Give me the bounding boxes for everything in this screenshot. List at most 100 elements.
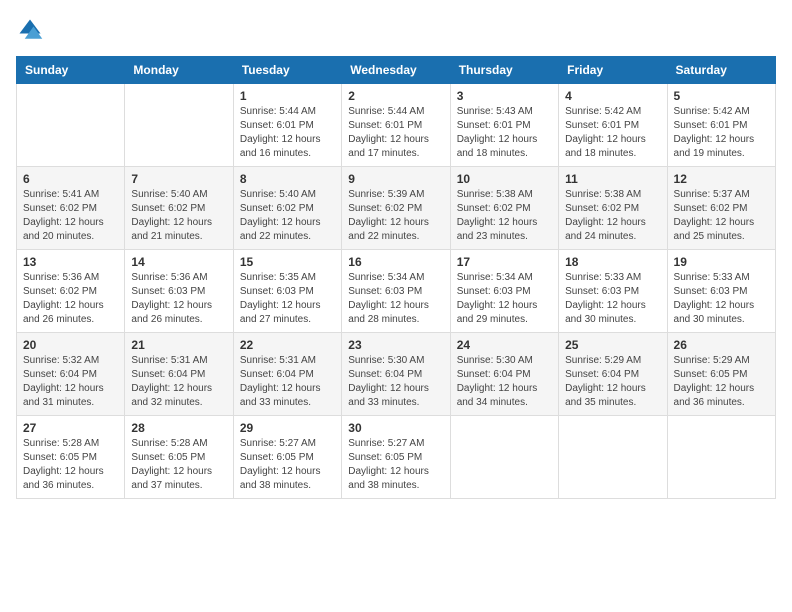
calendar-cell: 23 Sunrise: 5:30 AMSunset: 6:04 PMDayligh… [342, 333, 450, 416]
calendar-cell: 30 Sunrise: 5:27 AMSunset: 6:05 PMDayligh… [342, 416, 450, 499]
day-info: Sunrise: 5:44 AMSunset: 6:01 PMDaylight:… [240, 105, 335, 161]
day-number: 22 [240, 338, 335, 352]
calendar-cell: 22 Sunrise: 5:31 AMSunset: 6:04 PMDayligh… [233, 333, 341, 416]
calendar-cell: 7Sunrise: 5:40 AMSunset: 6:02 PMDaylight… [125, 167, 233, 250]
day-info: Sunrise: 5:30 AMSunset: 6:04 PMDaylight:… [457, 354, 552, 410]
day-info: Sunrise: 5:36 AMSunset: 6:03 PMDaylight:… [131, 271, 226, 327]
day-info: Sunrise: 5:34 AMSunset: 6:03 PMDaylight:… [457, 271, 552, 327]
calendar-week-3: 13 Sunrise: 5:36 AMSunset: 6:02 PMDayligh… [17, 250, 776, 333]
calendar-header-friday: Friday [559, 57, 667, 84]
day-number: 10 [457, 172, 552, 186]
day-number: 8 [240, 172, 335, 186]
calendar-cell: 25 Sunrise: 5:29 AMSunset: 6:04 PMDayligh… [559, 333, 667, 416]
calendar-cell: 8 Sunrise: 5:40 AMSunset: 6:02 PMDaylight… [233, 167, 341, 250]
day-info: Sunrise: 5:33 AMSunset: 6:03 PMDaylight:… [565, 271, 660, 327]
calendar-cell [450, 416, 558, 499]
calendar-cell [17, 84, 125, 167]
page-header [16, 16, 776, 44]
calendar-cell: 13 Sunrise: 5:36 AMSunset: 6:02 PMDayligh… [17, 250, 125, 333]
day-number: 20 [23, 338, 118, 352]
calendar-cell: 18 Sunrise: 5:33 AMSunset: 6:03 PMDayligh… [559, 250, 667, 333]
day-info: Sunrise: 5:28 AMSunset: 6:05 PMDaylight:… [23, 437, 118, 493]
calendar-cell: 9 Sunrise: 5:39 AMSunset: 6:02 PMDaylight… [342, 167, 450, 250]
day-number: 19 [674, 255, 769, 269]
calendar-header-wednesday: Wednesday [342, 57, 450, 84]
calendar-cell: 5 Sunrise: 5:42 AMSunset: 6:01 PMDaylight… [667, 84, 775, 167]
day-info: Sunrise: 5:30 AMSunset: 6:04 PMDaylight:… [348, 354, 443, 410]
day-number: 28 [131, 421, 226, 435]
calendar-week-5: 27 Sunrise: 5:28 AMSunset: 6:05 PMDayligh… [17, 416, 776, 499]
day-number: 1 [240, 89, 335, 103]
day-number: 9 [348, 172, 443, 186]
day-info: Sunrise: 5:35 AMSunset: 6:03 PMDaylight:… [240, 271, 335, 327]
calendar-cell: 1 Sunrise: 5:44 AMSunset: 6:01 PMDaylight… [233, 84, 341, 167]
calendar-header-row: SundayMondayTuesdayWednesdayThursdayFrid… [17, 57, 776, 84]
calendar-cell: 16 Sunrise: 5:34 AMSunset: 6:03 PMDayligh… [342, 250, 450, 333]
day-number: 5 [674, 89, 769, 103]
calendar-header-thursday: Thursday [450, 57, 558, 84]
day-number: 25 [565, 338, 660, 352]
calendar-header-tuesday: Tuesday [233, 57, 341, 84]
day-info: Sunrise: 5:36 AMSunset: 6:02 PMDaylight:… [23, 271, 118, 327]
logo [16, 16, 48, 44]
calendar-week-1: 1 Sunrise: 5:44 AMSunset: 6:01 PMDaylight… [17, 84, 776, 167]
day-info: Sunrise: 5:27 AMSunset: 6:05 PMDaylight:… [240, 437, 335, 493]
calendar-table: SundayMondayTuesdayWednesdayThursdayFrid… [16, 56, 776, 499]
calendar-cell: 14Sunrise: 5:36 AMSunset: 6:03 PMDayligh… [125, 250, 233, 333]
calendar-cell: 19Sunrise: 5:33 AMSunset: 6:03 PMDayligh… [667, 250, 775, 333]
day-number: 29 [240, 421, 335, 435]
day-info: Sunrise: 5:37 AMSunset: 6:02 PMDaylight:… [674, 188, 769, 244]
day-number: 13 [23, 255, 118, 269]
day-info: Sunrise: 5:42 AMSunset: 6:01 PMDaylight:… [674, 105, 769, 161]
day-info: Sunrise: 5:29 AMSunset: 6:05 PMDaylight:… [674, 354, 769, 410]
calendar-cell: 20 Sunrise: 5:32 AMSunset: 6:04 PMDayligh… [17, 333, 125, 416]
day-number: 21 [131, 338, 226, 352]
day-number: 27 [23, 421, 118, 435]
day-info: Sunrise: 5:40 AMSunset: 6:02 PMDaylight:… [131, 188, 226, 244]
calendar-cell: 2 Sunrise: 5:44 AMSunset: 6:01 PMDaylight… [342, 84, 450, 167]
calendar-cell: 28 Sunrise: 5:28 AMSunset: 6:05 PMDayligh… [125, 416, 233, 499]
calendar-cell: 12Sunrise: 5:37 AMSunset: 6:02 PMDayligh… [667, 167, 775, 250]
calendar-cell: 3 Sunrise: 5:43 AMSunset: 6:01 PMDaylight… [450, 84, 558, 167]
day-number: 18 [565, 255, 660, 269]
day-info: Sunrise: 5:42 AMSunset: 6:01 PMDaylight:… [565, 105, 660, 161]
calendar-week-4: 20 Sunrise: 5:32 AMSunset: 6:04 PMDayligh… [17, 333, 776, 416]
day-number: 11 [565, 172, 660, 186]
calendar-cell: 21 Sunrise: 5:31 AMSunset: 6:04 PMDayligh… [125, 333, 233, 416]
day-number: 16 [348, 255, 443, 269]
calendar-cell: 15Sunrise: 5:35 AMSunset: 6:03 PMDayligh… [233, 250, 341, 333]
day-number: 6 [23, 172, 118, 186]
calendar-cell: 4 Sunrise: 5:42 AMSunset: 6:01 PMDaylight… [559, 84, 667, 167]
day-info: Sunrise: 5:31 AMSunset: 6:04 PMDaylight:… [240, 354, 335, 410]
day-number: 23 [348, 338, 443, 352]
calendar-cell: 27 Sunrise: 5:28 AMSunset: 6:05 PMDayligh… [17, 416, 125, 499]
calendar-cell [667, 416, 775, 499]
day-info: Sunrise: 5:29 AMSunset: 6:04 PMDaylight:… [565, 354, 660, 410]
logo-icon [16, 16, 44, 44]
day-number: 4 [565, 89, 660, 103]
day-number: 2 [348, 89, 443, 103]
calendar-cell: 11 Sunrise: 5:38 AMSunset: 6:02 PMDayligh… [559, 167, 667, 250]
calendar-header-saturday: Saturday [667, 57, 775, 84]
day-info: Sunrise: 5:28 AMSunset: 6:05 PMDaylight:… [131, 437, 226, 493]
day-number: 17 [457, 255, 552, 269]
day-info: Sunrise: 5:43 AMSunset: 6:01 PMDaylight:… [457, 105, 552, 161]
day-info: Sunrise: 5:38 AMSunset: 6:02 PMDaylight:… [565, 188, 660, 244]
day-info: Sunrise: 5:32 AMSunset: 6:04 PMDaylight:… [23, 354, 118, 410]
calendar-cell: 6 Sunrise: 5:41 AMSunset: 6:02 PMDaylight… [17, 167, 125, 250]
calendar-header-monday: Monday [125, 57, 233, 84]
calendar-cell: 10Sunrise: 5:38 AMSunset: 6:02 PMDayligh… [450, 167, 558, 250]
day-number: 3 [457, 89, 552, 103]
day-info: Sunrise: 5:39 AMSunset: 6:02 PMDaylight:… [348, 188, 443, 244]
day-info: Sunrise: 5:31 AMSunset: 6:04 PMDaylight:… [131, 354, 226, 410]
day-info: Sunrise: 5:40 AMSunset: 6:02 PMDaylight:… [240, 188, 335, 244]
day-info: Sunrise: 5:27 AMSunset: 6:05 PMDaylight:… [348, 437, 443, 493]
calendar-cell: 24 Sunrise: 5:30 AMSunset: 6:04 PMDayligh… [450, 333, 558, 416]
calendar-week-2: 6 Sunrise: 5:41 AMSunset: 6:02 PMDaylight… [17, 167, 776, 250]
day-info: Sunrise: 5:34 AMSunset: 6:03 PMDaylight:… [348, 271, 443, 327]
day-number: 24 [457, 338, 552, 352]
day-number: 30 [348, 421, 443, 435]
calendar-cell: 17 Sunrise: 5:34 AMSunset: 6:03 PMDayligh… [450, 250, 558, 333]
day-info: Sunrise: 5:44 AMSunset: 6:01 PMDaylight:… [348, 105, 443, 161]
day-info: Sunrise: 5:41 AMSunset: 6:02 PMDaylight:… [23, 188, 118, 244]
